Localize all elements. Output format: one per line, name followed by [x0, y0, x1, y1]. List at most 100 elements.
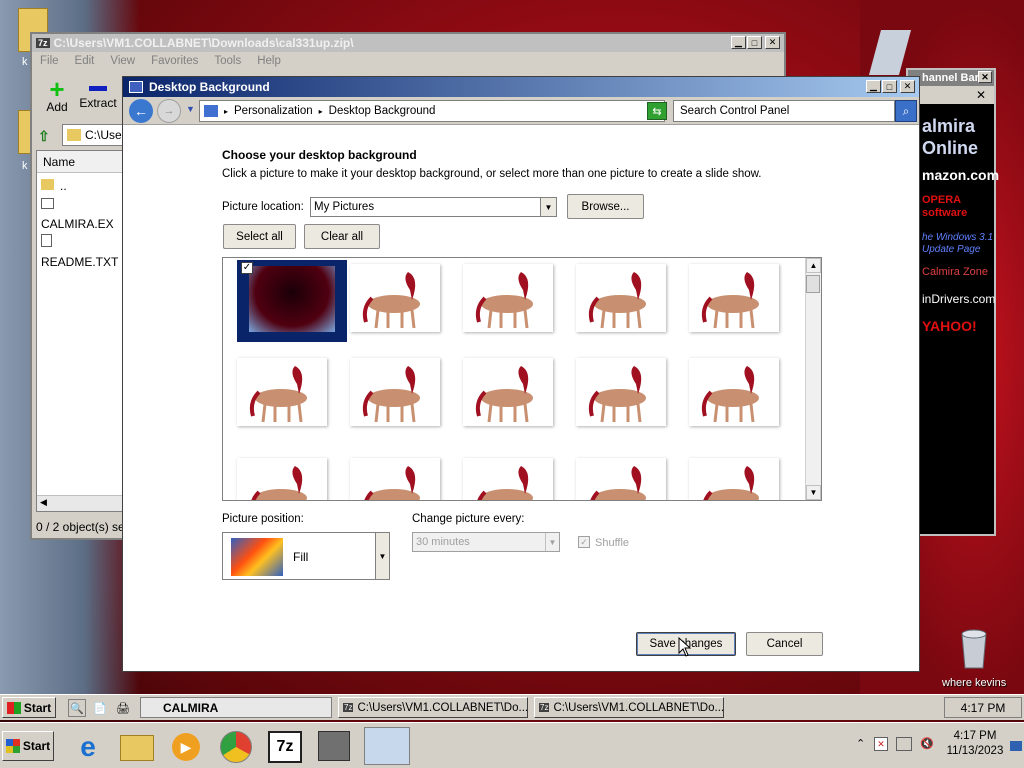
picture-location-select[interactable]: My Pictures ▼ — [310, 197, 557, 217]
start-button[interactable]: Start — [2, 697, 56, 718]
horse-drawing-icon — [477, 466, 533, 500]
menu-edit[interactable]: Edit — [75, 55, 95, 67]
picture-thumbnail[interactable] — [350, 264, 440, 332]
horse-drawing-icon — [475, 366, 533, 423]
scroll-left-icon[interactable]: ◀ — [37, 497, 47, 507]
close-icon[interactable]: ✕ — [900, 80, 915, 93]
flag-icon[interactable]: ✕ — [874, 737, 888, 751]
start-button[interactable]: Start — [2, 731, 54, 761]
printer-icon[interactable]: 🖨 — [114, 699, 132, 717]
chevron-down-icon[interactable]: ▼ — [375, 533, 389, 579]
back-arrow-icon[interactable]: ← — [129, 99, 153, 123]
cancel-button[interactable]: Cancel — [746, 632, 823, 656]
channel-opera[interactable]: OPERA software — [922, 194, 994, 220]
minimize-icon[interactable]: ▁ — [731, 36, 746, 49]
breadcrumb-desktop-background[interactable]: Desktop Background — [329, 105, 436, 117]
recent-dropdown-icon[interactable]: ▼ — [186, 104, 195, 114]
internet-explorer-icon[interactable]: e — [72, 731, 104, 763]
selected-picture-thumbnail[interactable]: ✓ — [237, 260, 347, 342]
menu-help[interactable]: Help — [257, 55, 281, 67]
refresh-icon[interactable]: ⇆ — [647, 102, 667, 120]
extract-button[interactable]: Extract — [78, 78, 118, 110]
minimize-icon[interactable]: ▁ — [866, 80, 881, 93]
file-explorer-icon[interactable] — [120, 735, 154, 761]
zip-menubar: File Edit View Favorites Tools Help — [32, 52, 784, 70]
picture-position-select[interactable]: Fill ▼ — [222, 532, 390, 580]
maximize-icon[interactable]: □ — [747, 36, 762, 49]
horizontal-scrollbar[interactable]: ◀ — [37, 495, 125, 511]
add-button[interactable]: + Add — [40, 76, 74, 114]
channel-calmira-zone[interactable]: Calmira Zone — [922, 266, 994, 279]
zip-path-field[interactable]: C:\Use — [62, 124, 128, 146]
address-bar[interactable]: ▸ Personalization ▸ Desktop Background ▼ — [199, 100, 665, 122]
picture-thumbnail[interactable] — [689, 264, 779, 332]
select-all-button[interactable]: Select all — [223, 224, 296, 249]
close-icon[interactable]: ✕ — [976, 88, 986, 102]
change-interval-select[interactable]: 30 minutes ▼ — [412, 532, 560, 552]
desktop-background-dialog: Desktop Background ▁ □ ✕ ← → ▼ ▸ Persona… — [122, 76, 920, 672]
picture-thumbnail[interactable] — [237, 458, 327, 500]
recycle-bin-icon[interactable] — [958, 626, 990, 670]
file-row[interactable]: .. — [41, 177, 125, 196]
picture-thumbnail[interactable] — [689, 458, 779, 500]
computer-icon[interactable] — [318, 731, 350, 761]
show-desktop-icon[interactable] — [1010, 741, 1022, 751]
chevron-down-icon[interactable]: ▼ — [545, 533, 559, 551]
picture-thumbnail[interactable] — [350, 358, 440, 426]
control-panel-task-icon[interactable] — [364, 727, 410, 765]
scroll-up-icon[interactable]: ▲ — [806, 258, 821, 273]
close-icon[interactable]: ✕ — [978, 71, 992, 83]
volume-muted-icon[interactable]: 🔇 — [920, 737, 934, 750]
clear-all-button[interactable]: Clear all — [304, 224, 380, 249]
picture-thumbnail[interactable] — [576, 264, 666, 332]
close-icon[interactable]: ✕ — [765, 36, 780, 49]
scroll-thumb[interactable] — [806, 275, 820, 293]
media-player-icon[interactable]: ▶ — [172, 733, 200, 761]
7zip-icon[interactable]: 7z — [268, 731, 302, 763]
picture-thumbnail[interactable] — [689, 358, 779, 426]
name-column-header[interactable]: Name — [37, 151, 125, 173]
menu-favorites[interactable]: Favorites — [151, 55, 198, 67]
taskbar-task-2[interactable]: 7z C:\Users\VM1.COLLABNET\Do... — [534, 697, 724, 718]
7zip-icon: 7z — [343, 703, 354, 712]
channel-amazon[interactable]: mazon.com — [922, 167, 999, 184]
menu-view[interactable]: View — [110, 55, 135, 67]
channel-windrivers[interactable]: inDrivers.com — [922, 292, 995, 306]
file-row[interactable]: README.TXT — [41, 234, 125, 272]
menu-tools[interactable]: Tools — [214, 55, 241, 67]
tray-clock[interactable]: 4:17 PM 11/13/2023 — [944, 729, 1006, 759]
calmira-task-button[interactable]: CALMIRA — [140, 697, 332, 718]
taskbar-task-1[interactable]: 7z C:\Users\VM1.COLLABNET\Do... — [338, 697, 528, 718]
chevron-down-icon[interactable]: ▼ — [540, 198, 556, 216]
channel-win31-update[interactable]: he Windows 3.1 Update Page — [922, 232, 994, 256]
network-icon[interactable] — [896, 737, 912, 751]
vertical-scrollbar[interactable]: ▲ ▼ — [805, 258, 821, 500]
taskbar-clock[interactable]: 4:17 PM — [944, 697, 1022, 718]
channel-yahoo[interactable]: YAHOO! — [922, 318, 994, 335]
tray-expand-icon[interactable]: ⌃ — [856, 737, 865, 750]
channel-calmira-online[interactable]: almira Online — [922, 116, 994, 159]
picture-thumbnail[interactable] — [576, 458, 666, 500]
picture-thumbnail[interactable] — [576, 358, 666, 426]
picture-thumbnail[interactable] — [350, 458, 440, 500]
breadcrumb-personalization[interactable]: Personalization — [234, 105, 313, 117]
picture-thumbnail[interactable] — [237, 358, 327, 426]
browse-button[interactable]: Browse... — [567, 194, 644, 219]
picture-thumbnail[interactable] — [463, 358, 553, 426]
picture-thumbnail[interactable] — [463, 264, 553, 332]
maximize-icon[interactable]: □ — [882, 80, 897, 93]
picture-grid-items: ✓ — [223, 258, 807, 500]
forward-arrow-icon[interactable]: → — [157, 99, 181, 123]
shuffle-checkbox[interactable]: ✓ — [578, 536, 590, 548]
up-folder-icon[interactable]: ⇧ — [38, 128, 54, 144]
picture-thumbnail[interactable] — [463, 458, 553, 500]
search-input[interactable]: Search Control Panel — [673, 100, 895, 122]
file-row[interactable]: CALMIRA.EX — [41, 196, 125, 234]
search-icon[interactable]: ⌕ — [895, 100, 917, 122]
menu-file[interactable]: File — [40, 55, 59, 67]
scroll-down-icon[interactable]: ▼ — [806, 485, 821, 500]
instructions-text: Click a picture to make it your desktop … — [222, 168, 762, 180]
chrome-icon[interactable] — [220, 731, 252, 763]
document-icon[interactable]: 📄 — [92, 699, 108, 717]
find-icon[interactable]: 🔍 — [68, 699, 86, 717]
